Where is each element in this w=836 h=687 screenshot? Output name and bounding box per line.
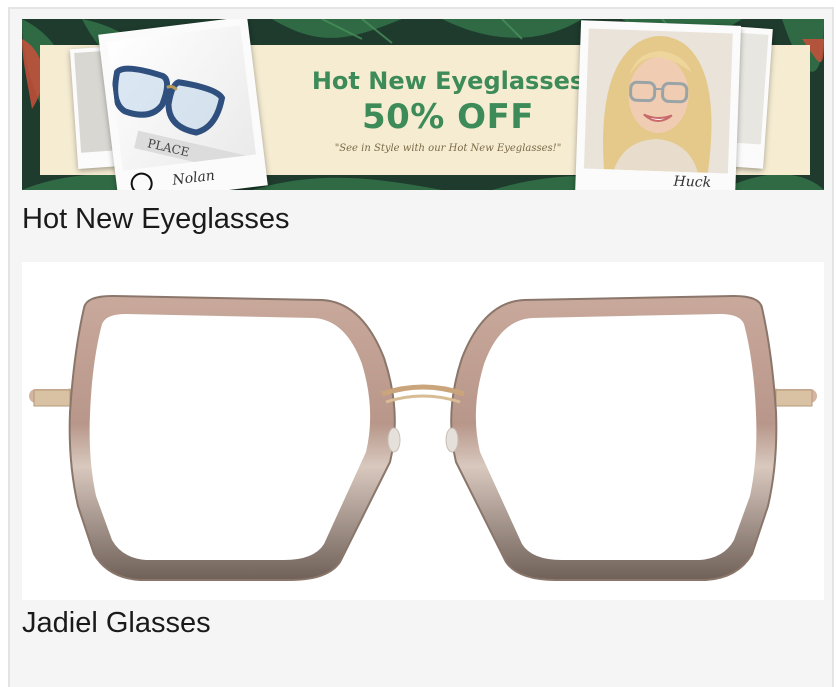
right-polaroid: Huck bbox=[574, 20, 742, 190]
blue-eyeglasses-icon: PLACE bbox=[112, 65, 246, 171]
card-title-jadiel-glasses[interactable]: Jadiel Glasses bbox=[22, 607, 211, 640]
smiley-logo-icon bbox=[129, 171, 154, 190]
jadiel-glasses-image[interactable] bbox=[22, 262, 824, 600]
left-polaroid-photo: PLACE bbox=[107, 25, 256, 171]
banner-discount: 50% OFF bbox=[361, 97, 535, 137]
banner-headline: Hot New Eyeglasses bbox=[311, 67, 585, 95]
banner-tagline: "See in Style with our Hot New Eyeglasse… bbox=[334, 143, 562, 154]
card-title-hot-new-eyeglasses[interactable]: Hot New Eyeglasses bbox=[22, 203, 290, 236]
right-polaroid-photo bbox=[583, 28, 733, 174]
left-polaroid-caption: Nolan bbox=[171, 167, 216, 189]
left-polaroid: PLACE Nolan bbox=[98, 19, 268, 190]
promo-banner-image[interactable]: Hot New Eyeglasses 50% OFF "See in Style… bbox=[22, 19, 824, 190]
eyeglasses-frame-icon bbox=[29, 294, 817, 581]
right-polaroid-caption: Huck bbox=[673, 173, 712, 190]
model-portrait-icon bbox=[603, 36, 712, 173]
product-listing-panel: Hot New Eyeglasses 50% OFF "See in Style… bbox=[8, 7, 834, 687]
